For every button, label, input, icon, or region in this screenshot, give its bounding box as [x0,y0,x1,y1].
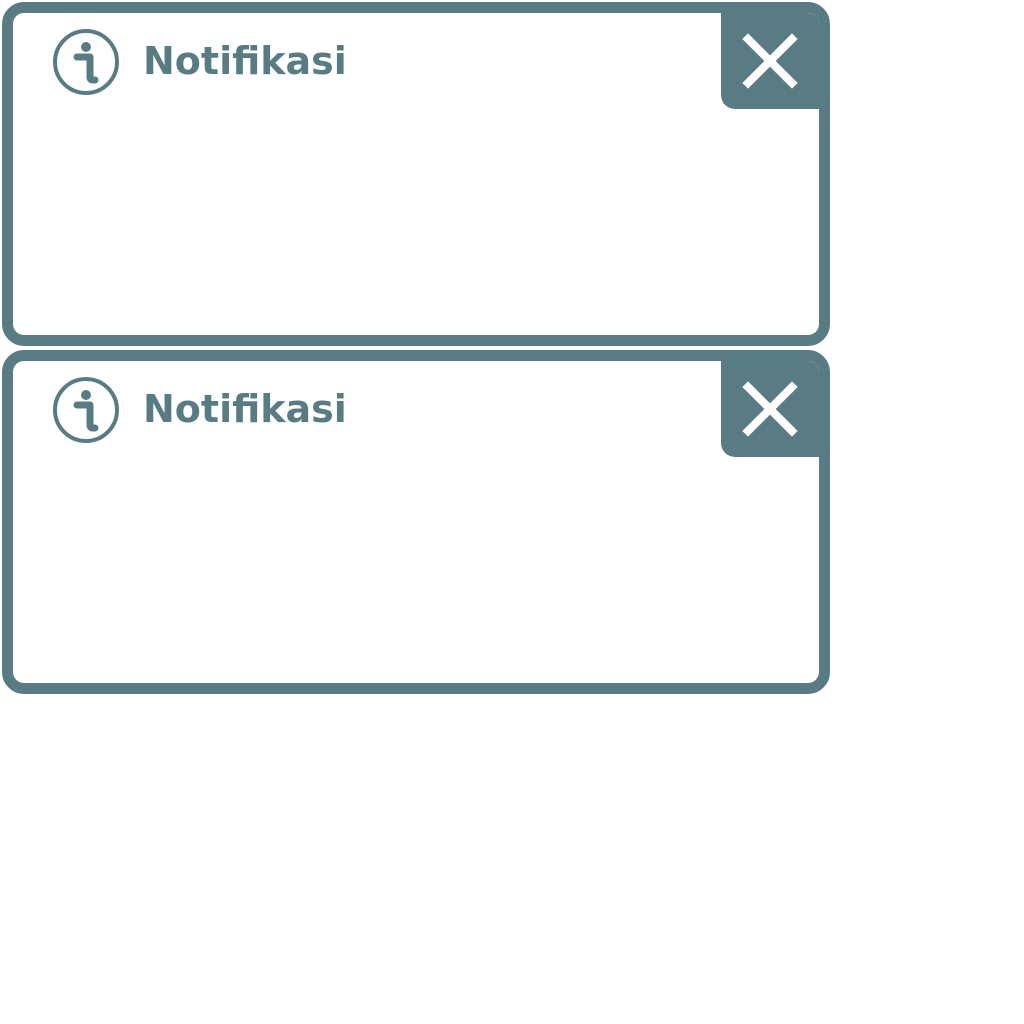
notification-title: Notifikasi [143,387,347,431]
close-button[interactable] [721,361,819,457]
notification-panel: Notifikasi [2,2,830,346]
info-icon [53,29,119,95]
stage: Notifikasi Notifikasi [0,0,1024,1024]
close-icon [742,33,798,89]
notification-title: Notifikasi [143,39,347,83]
close-button[interactable] [721,13,819,109]
close-icon [742,381,798,437]
info-icon [53,377,119,443]
notification-panel: Notifikasi [2,350,830,694]
